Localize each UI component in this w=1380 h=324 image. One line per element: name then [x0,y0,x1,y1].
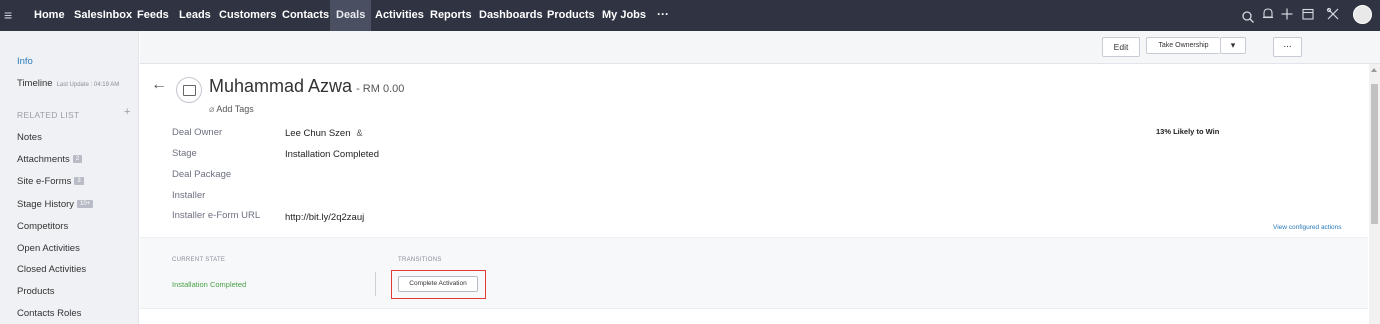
sidebar-item-label: Products [17,286,55,297]
user-avatar[interactable] [1353,5,1372,24]
nav-reports[interactable]: Reports [424,0,478,31]
sidebar-item-label: Contacts Roles [17,308,82,319]
win-probability: 13% Likely to Win [1156,127,1220,136]
count-badge: 2 [72,155,83,164]
calendar-icon[interactable] [1301,7,1315,21]
nav-more-button[interactable]: ··· [657,0,669,28]
timeline-last-update: Last Update : 04:19 AM [56,82,120,88]
deal-owner-name: Lee Chun Szen [285,128,351,139]
nav-feeds[interactable]: Feeds [131,0,175,31]
record-title: Muhammad Azwa - RM 0.00 [209,76,404,97]
sidebar-item-label: Closed Activities [17,264,87,275]
plus-icon[interactable] [1280,7,1294,21]
sidebar-item-label: Notes [17,132,42,143]
nav-my-jobs[interactable]: My Jobs [596,0,652,31]
scroll-thumb[interactable] [1371,84,1378,224]
user-icon: & [356,128,363,138]
sidebar-item-site-eforms[interactable]: Site e-Forms 3 [17,176,84,187]
field-value-installer-eform-url[interactable]: http://bit.ly/2q2zauj [285,212,364,223]
search-icon[interactable] [1241,10,1255,24]
more-actions-button[interactable]: ... [1273,37,1302,57]
nav-products[interactable]: Products [541,0,601,31]
sidebar-item-open-activities[interactable]: Open Activities [17,243,80,254]
bell-icon[interactable] [1261,7,1275,21]
nav-customers[interactable]: Customers [213,0,282,31]
add-tags-link[interactable]: ⌀ Add Tags [209,104,254,115]
add-tags-label: Add Tags [216,104,254,114]
view-configured-actions-link[interactable]: View configured actions [1273,224,1342,231]
sidebar: Info Timeline Last Update : 04:19 AM RELA… [0,31,139,324]
field-label-deal-package: Deal Package [172,169,232,180]
sidebar-item-timeline-label: Timeline [17,78,53,89]
tag-icon: ⌀ [209,104,215,114]
top-navigation-bar: ≡ Home SalesInbox Feeds Leads Customers … [0,0,1380,31]
nav-dashboards[interactable]: Dashboards [473,0,549,31]
back-arrow-icon[interactable]: ← [151,76,167,94]
transitions-label: TRANSITIONS [398,257,442,263]
sidebar-item-timeline[interactable]: Timeline Last Update : 04:19 AM [17,78,119,89]
record-amount: - RM 0.00 [356,83,405,95]
field-label-installer: Installer [172,190,206,201]
count-badge: 3 [74,177,84,186]
nav-deals[interactable]: Deals [330,0,372,31]
field-label-installer-eform-url: Installer e-Form URL [172,210,261,221]
record-detail-panel: ← Muhammad Azwa - RM 0.00 ⌀ Add Tags Deal … [140,64,1368,324]
sidebar-item-competitors[interactable]: Competitors [17,221,68,232]
sidebar-item-products[interactable]: Products [17,286,55,297]
sidebar-item-attachments[interactable]: Attachments 2 [17,154,83,165]
sidebar-item-closed-activities[interactable]: Closed Activities [17,264,86,275]
sidebar-item-label: Site e-Forms [17,176,72,187]
nav-contacts[interactable]: Contacts [276,0,335,31]
hamburger-menu-icon[interactable]: ≡ [4,7,12,23]
divider [375,272,376,296]
record-toolbar: Edit Take Ownership ▾ ... [140,31,1380,64]
blueprint-section: CURRENT STATE TRANSITIONS Installation C… [140,237,1368,309]
sidebar-item-stage-history[interactable]: Stage History 10+ [17,199,94,210]
nav-leads[interactable]: Leads [173,0,217,31]
sidebar-item-label: Attachments [17,154,70,165]
field-value-stage[interactable]: Installation Completed [285,149,379,160]
nav-salesinbox[interactable]: SalesInbox [68,0,138,31]
nav-activities[interactable]: Activities [369,0,430,31]
edit-button[interactable]: Edit [1102,37,1140,57]
chevron-down-icon[interactable]: ▾ [1220,37,1246,54]
nav-home[interactable]: Home [28,0,71,31]
related-list-header: RELATED LIST [17,110,80,120]
related-list-add-button[interactable]: + [124,106,130,118]
sidebar-item-label: Competitors [17,221,69,232]
deal-record-icon [176,77,202,103]
current-state-value: Installation Completed [172,280,247,289]
sidebar-item-label: Stage History [17,199,75,210]
field-label-deal-owner: Deal Owner [172,127,223,138]
tools-icon[interactable] [1326,7,1340,21]
field-value-deal-owner[interactable]: Lee Chun Szen & [285,128,363,139]
scroll-up-arrow-icon[interactable] [1371,68,1377,72]
current-state-label: CURRENT STATE [172,257,226,263]
vertical-scrollbar[interactable] [1369,64,1380,324]
sidebar-item-notes[interactable]: Notes [17,132,42,143]
sidebar-item-info[interactable]: Info [17,56,33,67]
field-label-stage: Stage [172,148,197,159]
count-badge: 10+ [77,200,94,209]
take-ownership-button[interactable]: Take Ownership [1146,37,1220,54]
record-name: Muhammad Azwa [209,76,353,96]
sidebar-item-contacts-roles[interactable]: Contacts Roles [17,308,81,319]
complete-activation-button[interactable]: Complete Activation [398,276,478,292]
sidebar-item-label: Open Activities [17,243,80,254]
